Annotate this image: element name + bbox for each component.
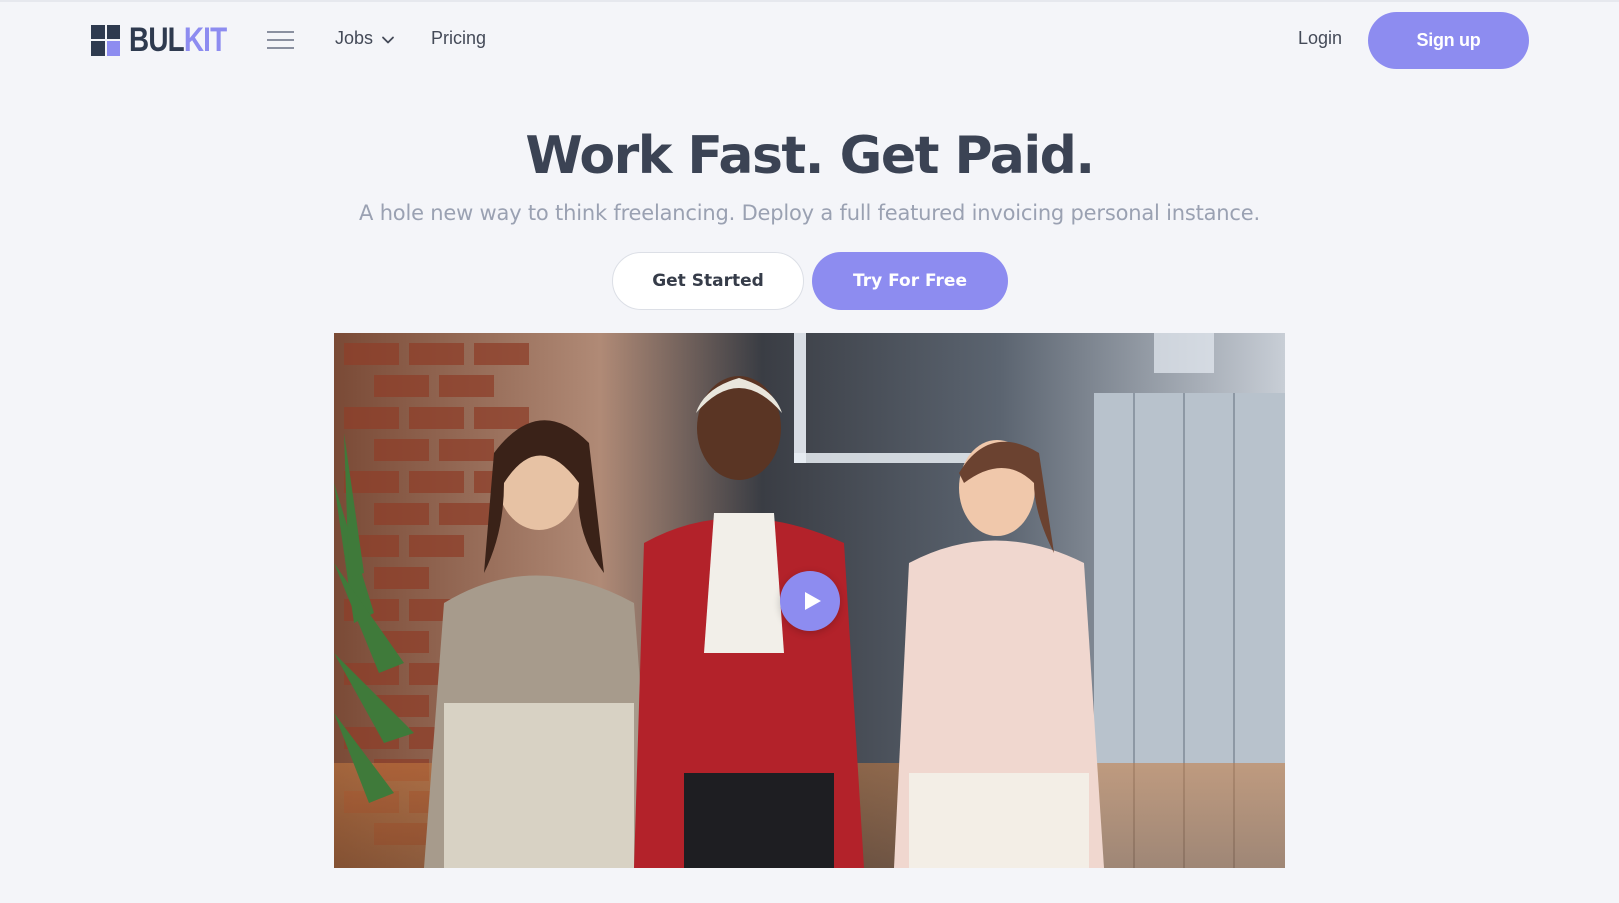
play-icon bbox=[805, 592, 821, 610]
hamburger-menu-icon[interactable] bbox=[267, 31, 294, 49]
hero-video[interactable] bbox=[334, 333, 1285, 868]
nav-pricing-link[interactable]: Pricing bbox=[431, 28, 486, 49]
hero-subtitle: A hole new way to think freelancing. Dep… bbox=[359, 201, 1260, 225]
try-for-free-button[interactable]: Try For Free bbox=[812, 252, 1008, 310]
login-link[interactable]: Login bbox=[1298, 28, 1342, 49]
logo-mark-icon bbox=[91, 24, 120, 56]
brand-logo[interactable]: BULKIT bbox=[91, 21, 248, 59]
nav-jobs-dropdown[interactable]: Jobs bbox=[335, 28, 395, 49]
logo-wordmark: BULKIT bbox=[129, 21, 227, 59]
hero-cta-row: Get Started Try For Free bbox=[0, 252, 1619, 312]
nav-jobs-label: Jobs bbox=[335, 28, 374, 48]
get-started-button[interactable]: Get Started bbox=[612, 252, 804, 310]
signup-button[interactable]: Sign up bbox=[1368, 12, 1529, 69]
chevron-down-icon bbox=[382, 36, 394, 44]
play-button[interactable] bbox=[780, 571, 840, 631]
navbar: BULKIT Jobs Pricing Login Sign up bbox=[0, 0, 1619, 80]
hero-title: Work Fast. Get Paid. bbox=[525, 126, 1095, 186]
